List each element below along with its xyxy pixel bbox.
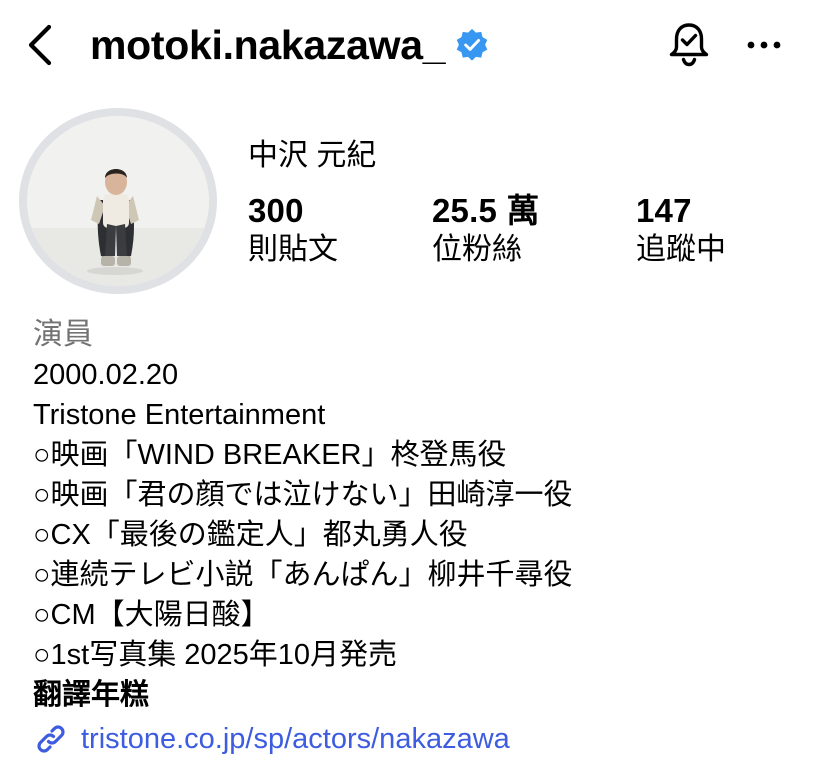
bio-line-agency: Tristone Entertainment: [33, 399, 326, 431]
translate-button[interactable]: 翻譯年糕: [33, 675, 813, 715]
chevron-left-icon: [28, 24, 52, 66]
posts-label: 則貼文: [248, 233, 338, 266]
posts-count: 300: [248, 192, 304, 229]
following-label: 追蹤中: [636, 233, 726, 266]
bio-line-credit: ○映画「WIND BREAKER」柊登馬役: [33, 439, 507, 471]
avatar-image: [27, 116, 209, 286]
followers-count: 25.5 萬: [432, 192, 540, 229]
link-icon: [37, 725, 65, 753]
bio-line-credit: ○連続テレビ小説「あんぱん」柳井千尋役: [33, 559, 573, 591]
bell-check-icon: [669, 23, 709, 67]
bio-line-credit: ○映画「君の顔では泣けない」田崎淳一役: [33, 479, 573, 511]
profile-header: motoki.nakazawa_: [0, 0, 828, 92]
bio-category: 演員: [33, 318, 93, 351]
notifications-button[interactable]: [666, 20, 712, 70]
profile-page: motoki.nakazawa_ 中沢 元紀 300 則貼文 25.5 萬 位粉…: [0, 0, 828, 778]
display-name: 中沢 元紀: [248, 139, 377, 172]
bio-line-credit: ○1st写真集 2025年10月発売: [33, 639, 398, 671]
verified-badge-icon: [456, 28, 488, 61]
bio-line-credit: ○CX「最後の鑑定人」都丸勇人役: [33, 519, 468, 551]
username-row: motoki.nakazawa_: [90, 20, 489, 70]
following-count: 147: [636, 192, 692, 229]
more-horizontal-icon: [747, 41, 781, 49]
followers-stat[interactable]: 25.5 萬 位粉絲: [432, 192, 540, 270]
profile-bio: 演員 2000.02.20 Tristone Entertainment ○映画…: [33, 315, 813, 763]
bio-link-text: tristone.co.jp/sp/actors/nakazawa: [81, 722, 510, 755]
following-stat[interactable]: 147 追蹤中: [636, 192, 726, 270]
followers-label: 位粉絲: [432, 233, 522, 266]
back-button[interactable]: [22, 22, 62, 68]
avatar-photo: [27, 116, 209, 286]
bio-line-birthdate: 2000.02.20: [33, 359, 179, 391]
more-options-button[interactable]: [744, 28, 784, 62]
bio-line-credit: ○CM【大陽日酸】: [33, 599, 270, 631]
bio-link[interactable]: tristone.co.jp/sp/actors/nakazawa: [33, 715, 813, 763]
posts-stat[interactable]: 300 則貼文: [248, 192, 338, 270]
profile-avatar[interactable]: [19, 108, 217, 294]
username: motoki.nakazawa_: [90, 21, 446, 68]
